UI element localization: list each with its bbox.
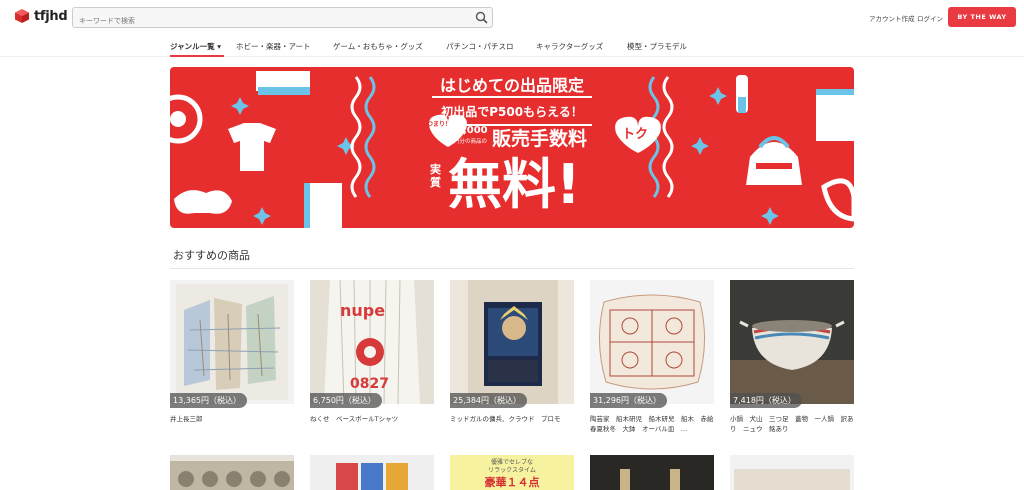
product-card[interactable]	[730, 455, 854, 490]
product-name[interactable]: 小鍋 犬山 三つ足 蓋物 一人鍋 訳あり ニュウ 銘あり	[730, 414, 854, 434]
product-image[interactable]	[730, 455, 854, 490]
category-games[interactable]: ゲーム・おもちゃ・グッズ	[333, 41, 423, 52]
product-card[interactable]	[590, 455, 714, 490]
promo-label-3: 豪華１４点	[484, 476, 540, 489]
product-price: 31,296円（税込）	[590, 393, 667, 408]
svg-text:nupe: nupe	[340, 301, 385, 320]
banner-amount: 5,000	[456, 125, 488, 136]
product-image[interactable]	[590, 280, 714, 404]
category-models[interactable]: 模型・プラモデル	[627, 41, 687, 52]
product-name[interactable]: 陶芸家 船木研児 船木研兒 船木 赤絵 春夏秋冬 大鉢 オーバル皿 ...	[590, 414, 714, 434]
svg-text:0827: 0827	[350, 376, 389, 392]
category-character[interactable]: キャラクターグッズ	[536, 41, 603, 52]
product-image[interactable]	[730, 280, 854, 404]
product-price: 6,750円（税込）	[310, 393, 382, 408]
account-create-link[interactable]: アカウント作成	[869, 13, 915, 23]
search-bar	[72, 7, 493, 31]
section-divider	[170, 268, 854, 269]
category-hobby[interactable]: ホビー・楽器・アート	[236, 41, 311, 52]
banner-free-text: 無料!	[448, 153, 581, 216]
banner-jissitsu: 実質	[430, 163, 441, 189]
product-name[interactable]: 井上長三郎	[170, 414, 294, 424]
banner-bubble: つまり！	[427, 121, 452, 128]
product-price: 7,418円（税込）	[730, 393, 802, 408]
login-link[interactable]: ログイン	[917, 13, 943, 23]
product-card[interactable]: 優雅でセレブな リラックスタイム 豪華１４点	[450, 455, 574, 490]
product-image[interactable]	[590, 455, 714, 490]
category-pachinko[interactable]: パチンコ・パチスロ	[446, 41, 514, 52]
product-image[interactable]: nupe 0827	[310, 280, 434, 404]
banner-subline: 初出品でP500もらえる！	[441, 105, 583, 119]
product-name[interactable]: ねくせ ベースボールTシャツ	[310, 414, 434, 424]
header: tfjhd アカウント作成 ログイン BY THE WAY	[0, 0, 1024, 36]
promo-label-2: リラックスタイム	[488, 467, 536, 474]
product-name[interactable]: ミッドガルの傭兵、クラウド プロモ	[450, 414, 574, 424]
banner-amount-sub: 円分の商品の	[454, 139, 488, 145]
logo-text: tfjhd	[34, 8, 68, 24]
cta-button[interactable]: BY THE WAY	[948, 7, 1016, 27]
product-card[interactable]	[310, 455, 434, 490]
product-image[interactable]	[450, 280, 574, 404]
logo[interactable]: tfjhd	[14, 8, 68, 24]
product-image[interactable]	[310, 455, 434, 490]
category-all-genres[interactable]: ジャンル一覧 ▾	[170, 41, 221, 52]
product-price: 25,384円（税込）	[450, 393, 527, 408]
product-image[interactable]	[170, 280, 294, 404]
banner-headline: はじめての出品限定	[439, 76, 584, 95]
banner-toku: トク	[622, 127, 649, 142]
logo-cube-icon	[15, 9, 29, 23]
search-input[interactable]	[73, 11, 463, 31]
active-tab-underline	[170, 55, 224, 57]
product-image[interactable]	[170, 455, 294, 490]
promo-banner[interactable]: はじめての出品限定 初出品でP500もらえる！ つまり！ 5,000 円分の商品…	[170, 67, 854, 228]
banner-fee-text: 販売手数料	[492, 128, 588, 150]
section-title: おすすめの商品	[173, 249, 250, 262]
product-card[interactable]	[170, 455, 294, 490]
search-icon[interactable]	[475, 11, 488, 24]
product-price: 13,365円（税込）	[170, 393, 247, 408]
category-nav: ジャンル一覧 ▾ ホビー・楽器・アート ゲーム・おもちゃ・グッズ パチンコ・パチ…	[0, 36, 1024, 57]
